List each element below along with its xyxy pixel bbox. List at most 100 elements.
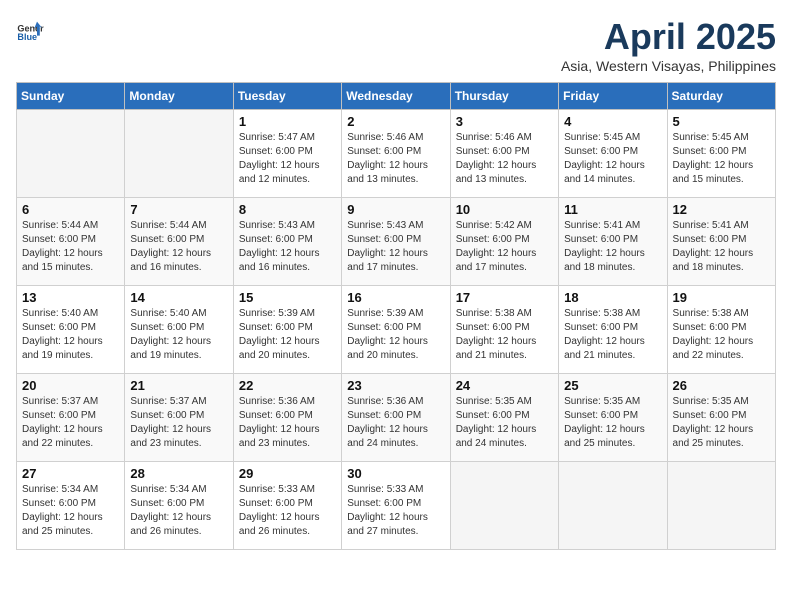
calendar-cell: 13 Sunrise: 5:40 AMSunset: 6:00 PMDaylig… — [17, 286, 125, 374]
cell-info: Sunrise: 5:34 AMSunset: 6:00 PMDaylight:… — [22, 483, 119, 539]
day-number: 4 — [564, 114, 661, 129]
day-number: 13 — [22, 290, 119, 305]
calendar-cell — [450, 462, 558, 550]
cell-info: Sunrise: 5:44 AMSunset: 6:00 PMDaylight:… — [22, 219, 119, 275]
cell-info: Sunrise: 5:40 AMSunset: 6:00 PMDaylight:… — [130, 307, 227, 363]
calendar-table: SundayMondayTuesdayWednesdayThursdayFrid… — [16, 82, 776, 550]
cell-info: Sunrise: 5:39 AMSunset: 6:00 PMDaylight:… — [239, 307, 336, 363]
header-row: SundayMondayTuesdayWednesdayThursdayFrid… — [17, 83, 776, 110]
calendar-cell: 20 Sunrise: 5:37 AMSunset: 6:00 PMDaylig… — [17, 374, 125, 462]
cell-info: Sunrise: 5:47 AMSunset: 6:00 PMDaylight:… — [239, 131, 336, 187]
weekday-header-saturday: Saturday — [667, 83, 775, 110]
cell-info: Sunrise: 5:45 AMSunset: 6:00 PMDaylight:… — [564, 131, 661, 187]
calendar-cell: 19 Sunrise: 5:38 AMSunset: 6:00 PMDaylig… — [667, 286, 775, 374]
day-number: 18 — [564, 290, 661, 305]
weekday-header-friday: Friday — [559, 83, 667, 110]
weekday-header-monday: Monday — [125, 83, 233, 110]
calendar-cell: 21 Sunrise: 5:37 AMSunset: 6:00 PMDaylig… — [125, 374, 233, 462]
day-number: 15 — [239, 290, 336, 305]
calendar-cell: 2 Sunrise: 5:46 AMSunset: 6:00 PMDayligh… — [342, 110, 450, 198]
calendar-cell — [559, 462, 667, 550]
day-number: 7 — [130, 202, 227, 217]
cell-info: Sunrise: 5:33 AMSunset: 6:00 PMDaylight:… — [239, 483, 336, 539]
cell-info: Sunrise: 5:37 AMSunset: 6:00 PMDaylight:… — [130, 395, 227, 451]
weekday-header-sunday: Sunday — [17, 83, 125, 110]
day-number: 19 — [673, 290, 770, 305]
calendar-cell: 22 Sunrise: 5:36 AMSunset: 6:00 PMDaylig… — [233, 374, 341, 462]
calendar-cell: 11 Sunrise: 5:41 AMSunset: 6:00 PMDaylig… — [559, 198, 667, 286]
calendar-cell: 14 Sunrise: 5:40 AMSunset: 6:00 PMDaylig… — [125, 286, 233, 374]
day-number: 22 — [239, 378, 336, 393]
calendar-cell: 27 Sunrise: 5:34 AMSunset: 6:00 PMDaylig… — [17, 462, 125, 550]
cell-info: Sunrise: 5:42 AMSunset: 6:00 PMDaylight:… — [456, 219, 553, 275]
day-number: 12 — [673, 202, 770, 217]
calendar-cell: 18 Sunrise: 5:38 AMSunset: 6:00 PMDaylig… — [559, 286, 667, 374]
day-number: 20 — [22, 378, 119, 393]
day-number: 25 — [564, 378, 661, 393]
week-row-2: 6 Sunrise: 5:44 AMSunset: 6:00 PMDayligh… — [17, 198, 776, 286]
logo-icon: General Blue — [16, 16, 44, 44]
calendar-cell: 16 Sunrise: 5:39 AMSunset: 6:00 PMDaylig… — [342, 286, 450, 374]
weekday-header-wednesday: Wednesday — [342, 83, 450, 110]
cell-info: Sunrise: 5:35 AMSunset: 6:00 PMDaylight:… — [456, 395, 553, 451]
title-block: April 2025 Asia, Western Visayas, Philip… — [561, 16, 776, 74]
day-number: 10 — [456, 202, 553, 217]
calendar-cell: 28 Sunrise: 5:34 AMSunset: 6:00 PMDaylig… — [125, 462, 233, 550]
day-number: 5 — [673, 114, 770, 129]
calendar-cell: 7 Sunrise: 5:44 AMSunset: 6:00 PMDayligh… — [125, 198, 233, 286]
day-number: 6 — [22, 202, 119, 217]
cell-info: Sunrise: 5:44 AMSunset: 6:00 PMDaylight:… — [130, 219, 227, 275]
day-number: 21 — [130, 378, 227, 393]
day-number: 23 — [347, 378, 444, 393]
calendar-cell: 15 Sunrise: 5:39 AMSunset: 6:00 PMDaylig… — [233, 286, 341, 374]
calendar-cell: 3 Sunrise: 5:46 AMSunset: 6:00 PMDayligh… — [450, 110, 558, 198]
cell-info: Sunrise: 5:37 AMSunset: 6:00 PMDaylight:… — [22, 395, 119, 451]
month-title: April 2025 — [561, 16, 776, 58]
cell-info: Sunrise: 5:34 AMSunset: 6:00 PMDaylight:… — [130, 483, 227, 539]
calendar-cell: 25 Sunrise: 5:35 AMSunset: 6:00 PMDaylig… — [559, 374, 667, 462]
calendar-cell: 17 Sunrise: 5:38 AMSunset: 6:00 PMDaylig… — [450, 286, 558, 374]
calendar-cell: 29 Sunrise: 5:33 AMSunset: 6:00 PMDaylig… — [233, 462, 341, 550]
week-row-5: 27 Sunrise: 5:34 AMSunset: 6:00 PMDaylig… — [17, 462, 776, 550]
day-number: 24 — [456, 378, 553, 393]
calendar-cell: 26 Sunrise: 5:35 AMSunset: 6:00 PMDaylig… — [667, 374, 775, 462]
cell-info: Sunrise: 5:39 AMSunset: 6:00 PMDaylight:… — [347, 307, 444, 363]
page-header: General Blue April 2025 Asia, Western Vi… — [16, 16, 776, 74]
calendar-cell: 8 Sunrise: 5:43 AMSunset: 6:00 PMDayligh… — [233, 198, 341, 286]
cell-info: Sunrise: 5:40 AMSunset: 6:00 PMDaylight:… — [22, 307, 119, 363]
calendar-cell: 1 Sunrise: 5:47 AMSunset: 6:00 PMDayligh… — [233, 110, 341, 198]
calendar-cell — [125, 110, 233, 198]
cell-info: Sunrise: 5:33 AMSunset: 6:00 PMDaylight:… — [347, 483, 444, 539]
cell-info: Sunrise: 5:41 AMSunset: 6:00 PMDaylight:… — [673, 219, 770, 275]
week-row-1: 1 Sunrise: 5:47 AMSunset: 6:00 PMDayligh… — [17, 110, 776, 198]
day-number: 1 — [239, 114, 336, 129]
cell-info: Sunrise: 5:45 AMSunset: 6:00 PMDaylight:… — [673, 131, 770, 187]
cell-info: Sunrise: 5:38 AMSunset: 6:00 PMDaylight:… — [673, 307, 770, 363]
day-number: 3 — [456, 114, 553, 129]
day-number: 30 — [347, 466, 444, 481]
cell-info: Sunrise: 5:36 AMSunset: 6:00 PMDaylight:… — [239, 395, 336, 451]
cell-info: Sunrise: 5:35 AMSunset: 6:00 PMDaylight:… — [564, 395, 661, 451]
day-number: 29 — [239, 466, 336, 481]
calendar-cell: 10 Sunrise: 5:42 AMSunset: 6:00 PMDaylig… — [450, 198, 558, 286]
cell-info: Sunrise: 5:38 AMSunset: 6:00 PMDaylight:… — [564, 307, 661, 363]
day-number: 8 — [239, 202, 336, 217]
svg-text:Blue: Blue — [17, 32, 37, 42]
cell-info: Sunrise: 5:36 AMSunset: 6:00 PMDaylight:… — [347, 395, 444, 451]
calendar-cell: 30 Sunrise: 5:33 AMSunset: 6:00 PMDaylig… — [342, 462, 450, 550]
day-number: 9 — [347, 202, 444, 217]
calendar-cell — [17, 110, 125, 198]
calendar-cell: 24 Sunrise: 5:35 AMSunset: 6:00 PMDaylig… — [450, 374, 558, 462]
cell-info: Sunrise: 5:38 AMSunset: 6:00 PMDaylight:… — [456, 307, 553, 363]
week-row-3: 13 Sunrise: 5:40 AMSunset: 6:00 PMDaylig… — [17, 286, 776, 374]
calendar-cell: 5 Sunrise: 5:45 AMSunset: 6:00 PMDayligh… — [667, 110, 775, 198]
calendar-cell: 12 Sunrise: 5:41 AMSunset: 6:00 PMDaylig… — [667, 198, 775, 286]
calendar-cell: 4 Sunrise: 5:45 AMSunset: 6:00 PMDayligh… — [559, 110, 667, 198]
week-row-4: 20 Sunrise: 5:37 AMSunset: 6:00 PMDaylig… — [17, 374, 776, 462]
day-number: 26 — [673, 378, 770, 393]
subtitle: Asia, Western Visayas, Philippines — [561, 58, 776, 74]
calendar-cell: 23 Sunrise: 5:36 AMSunset: 6:00 PMDaylig… — [342, 374, 450, 462]
day-number: 11 — [564, 202, 661, 217]
day-number: 14 — [130, 290, 227, 305]
cell-info: Sunrise: 5:46 AMSunset: 6:00 PMDaylight:… — [347, 131, 444, 187]
